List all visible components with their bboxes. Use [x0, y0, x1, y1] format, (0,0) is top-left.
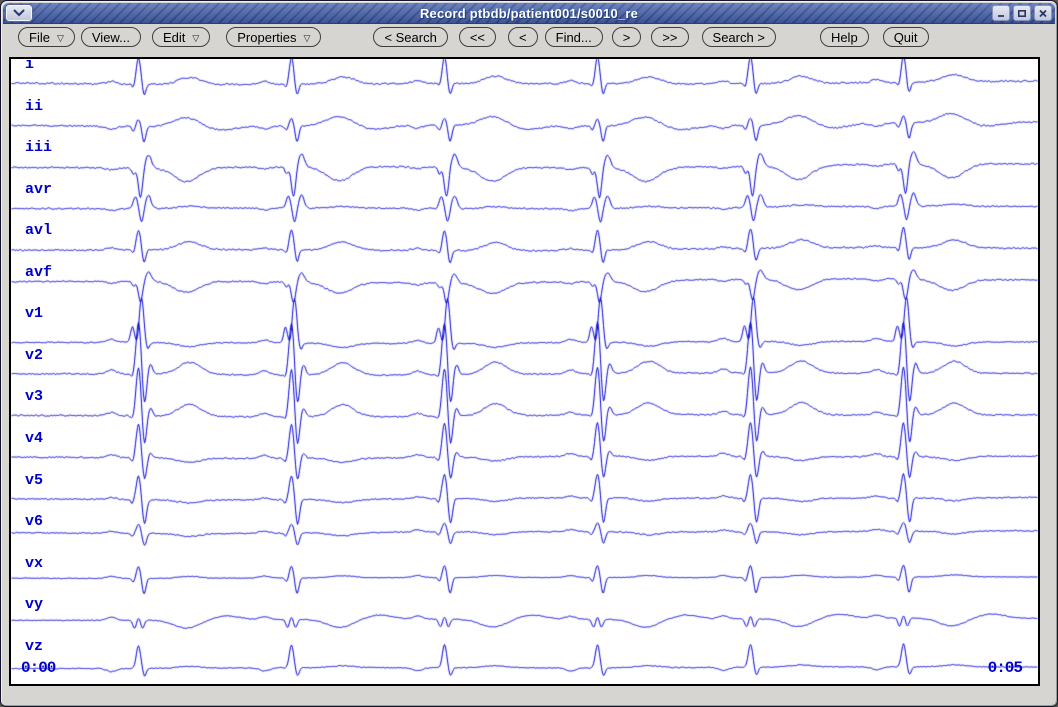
dropdown-icon: ▽: [56, 32, 64, 43]
channel-label-avr: avr: [25, 180, 53, 198]
titlebar[interactable]: Record ptbdb/patient001/s0010_re: [3, 3, 1055, 24]
edit-button[interactable]: Edit ▽: [151, 27, 211, 47]
step-back-label: <: [519, 29, 527, 45]
file-button[interactable]: File ▽: [18, 27, 75, 47]
properties-button[interactable]: Properties ▽: [226, 27, 322, 47]
dropdown-icon: ▽: [192, 32, 200, 43]
fast-forward-button[interactable]: >>: [651, 27, 689, 47]
view-button-label: View...: [91, 29, 130, 45]
ecg-canvas[interactable]: [11, 59, 1038, 684]
channel-label-v1: v1: [25, 305, 44, 323]
search-back-label: < Search: [384, 29, 437, 45]
help-button[interactable]: Help: [819, 27, 869, 47]
toolbar: File ▽ View... Edit ▽ Properties ▽ < Sea…: [3, 24, 1055, 50]
properties-button-label: Properties: [237, 29, 297, 45]
rewind-button[interactable]: <<: [458, 27, 497, 47]
channel-label-vy: vy: [25, 596, 44, 614]
channel-label-v6: v6: [25, 513, 44, 531]
close-icon: [1038, 9, 1048, 18]
view-button[interactable]: View...: [80, 27, 141, 47]
edit-button-label: Edit: [162, 29, 186, 45]
time-end-label: 0:05: [987, 659, 1023, 677]
channel-label-avf: avf: [25, 263, 53, 281]
fast-forward-label: >>: [662, 29, 678, 45]
minimize-icon: [996, 9, 1006, 18]
minimize-button[interactable]: [992, 5, 1010, 21]
maximize-icon: [1017, 9, 1027, 18]
window-title: Record ptbdb/patient001/s0010_re: [419, 6, 639, 21]
status-bar: [3, 686, 1055, 704]
step-back-button[interactable]: <: [508, 27, 538, 47]
step-forward-button[interactable]: >: [611, 27, 642, 47]
quit-button[interactable]: Quit: [882, 27, 929, 47]
channel-label-iii: iii: [25, 139, 53, 157]
close-button[interactable]: [1034, 5, 1052, 21]
maximize-button[interactable]: [1013, 5, 1031, 21]
channel-label-v2: v2: [25, 346, 44, 364]
search-forward-button[interactable]: Search >: [701, 27, 776, 47]
rewind-label: <<: [469, 29, 486, 45]
quit-label: Quit: [893, 29, 918, 45]
time-start-label: 0:00: [21, 659, 56, 677]
channel-label-i: i: [25, 57, 35, 73]
search-forward-label: Search >: [712, 29, 765, 45]
help-label: Help: [830, 29, 858, 45]
channel-label-ii: ii: [25, 97, 44, 115]
channel-label-vx: vx: [25, 554, 44, 572]
step-forward-label: >: [622, 29, 631, 45]
channel-label-vz: vz: [25, 637, 44, 655]
ecg-panel: i ii iii avr avl avf v1 v2 v3 v4 v5 v6 vx vy vz 0:00 0…: [9, 57, 1040, 686]
dropdown-icon: ▽: [303, 32, 311, 43]
channel-label-v4: v4: [25, 429, 44, 447]
channel-label-v3: v3: [25, 388, 44, 406]
window-controls: [992, 5, 1052, 21]
app-window: Record ptbdb/patient001/s0010_re File ▽ …: [0, 0, 1058, 707]
find-button[interactable]: Find...: [544, 27, 603, 47]
search-back-button[interactable]: < Search: [373, 27, 448, 47]
find-label: Find...: [555, 29, 592, 45]
channel-label-avl: avl: [25, 222, 53, 240]
file-button-label: File: [29, 29, 50, 45]
channel-label-v5: v5: [25, 471, 44, 489]
